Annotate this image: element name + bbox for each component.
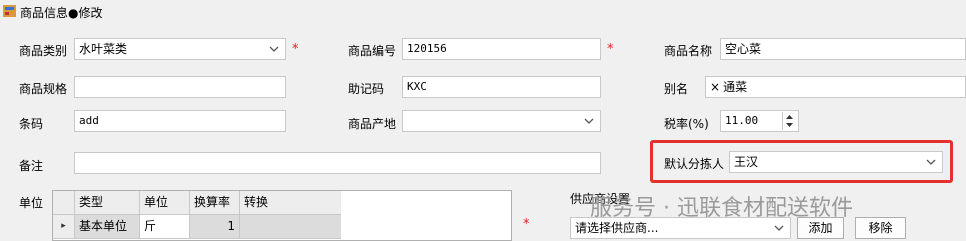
origin-select[interactable] bbox=[402, 110, 601, 132]
column-header[interactable]: 类型 bbox=[75, 191, 140, 215]
name-input[interactable]: 空心菜 bbox=[720, 38, 966, 60]
table-cell[interactable]: 斤 bbox=[140, 215, 190, 239]
name-label: 商品名称 bbox=[664, 44, 713, 58]
required-mark: * bbox=[607, 42, 614, 57]
picker-label: 默认分拣人 bbox=[664, 157, 725, 171]
code-label: 商品编号 bbox=[348, 44, 397, 58]
supplier-placeholder: 请选择供应商... bbox=[575, 221, 659, 235]
column-header[interactable]: 转换 bbox=[240, 191, 341, 215]
category-value: 水叶菜类 bbox=[79, 42, 128, 56]
category-select[interactable]: 水叶菜类 bbox=[74, 38, 286, 60]
table-cell[interactable] bbox=[240, 215, 341, 239]
alias-tag: 通菜 bbox=[723, 80, 748, 94]
title-bar: 商品信息●修改 bbox=[0, 0, 966, 24]
chevron-down-icon bbox=[926, 159, 936, 165]
alias-input[interactable]: × 通菜 bbox=[705, 76, 966, 98]
row-indicator-icon: ▸ bbox=[53, 215, 75, 239]
category-label: 商品类别 bbox=[19, 44, 68, 58]
table-cell[interactable]: 基本单位 bbox=[75, 215, 140, 239]
chevron-down-icon bbox=[269, 46, 279, 52]
mnemonic-label: 助记码 bbox=[348, 82, 385, 96]
column-header[interactable]: 换算率 bbox=[190, 191, 240, 215]
app-icon bbox=[3, 5, 16, 17]
required-mark: * bbox=[523, 217, 530, 232]
window-title: 商品信息●修改 bbox=[20, 6, 103, 20]
spec-input[interactable] bbox=[74, 76, 286, 98]
tax-value: 11.00 bbox=[725, 114, 759, 127]
spec-label: 商品规格 bbox=[19, 82, 68, 96]
row-header-corner bbox=[53, 191, 75, 215]
remove-supplier-button[interactable]: 移除 bbox=[855, 217, 906, 239]
spinner-arrows-icon[interactable] bbox=[782, 112, 796, 130]
barcode-label: 条码 bbox=[19, 117, 44, 131]
chevron-down-icon bbox=[584, 118, 594, 124]
origin-label: 商品产地 bbox=[348, 117, 397, 131]
close-icon[interactable]: × bbox=[710, 80, 720, 94]
barcode-input[interactable]: add bbox=[74, 110, 286, 132]
chevron-down-icon bbox=[774, 225, 784, 231]
column-header[interactable]: 单位 bbox=[140, 191, 190, 215]
remark-label: 备注 bbox=[19, 159, 44, 173]
remark-input[interactable] bbox=[74, 152, 601, 174]
picker-select[interactable]: 王汉 bbox=[729, 151, 943, 173]
tax-label: 税率(%) bbox=[664, 117, 709, 131]
picker-value: 王汉 bbox=[734, 155, 759, 169]
watermark: 服务号 · 迅联食材配送软件 bbox=[590, 196, 853, 221]
mnemonic-input[interactable]: KXC bbox=[402, 76, 601, 98]
units-label: 单位 bbox=[19, 196, 44, 210]
tax-spinner[interactable]: 11.00 bbox=[720, 110, 799, 132]
table-cell[interactable]: 1 bbox=[190, 215, 240, 239]
required-mark: * bbox=[292, 42, 299, 57]
code-input[interactable]: 120156 bbox=[402, 38, 601, 60]
alias-label: 别名 bbox=[664, 82, 689, 96]
units-grid[interactable]: 类型 单位 换算率 转换 ▸ 基本单位 斤 1 bbox=[52, 190, 512, 241]
